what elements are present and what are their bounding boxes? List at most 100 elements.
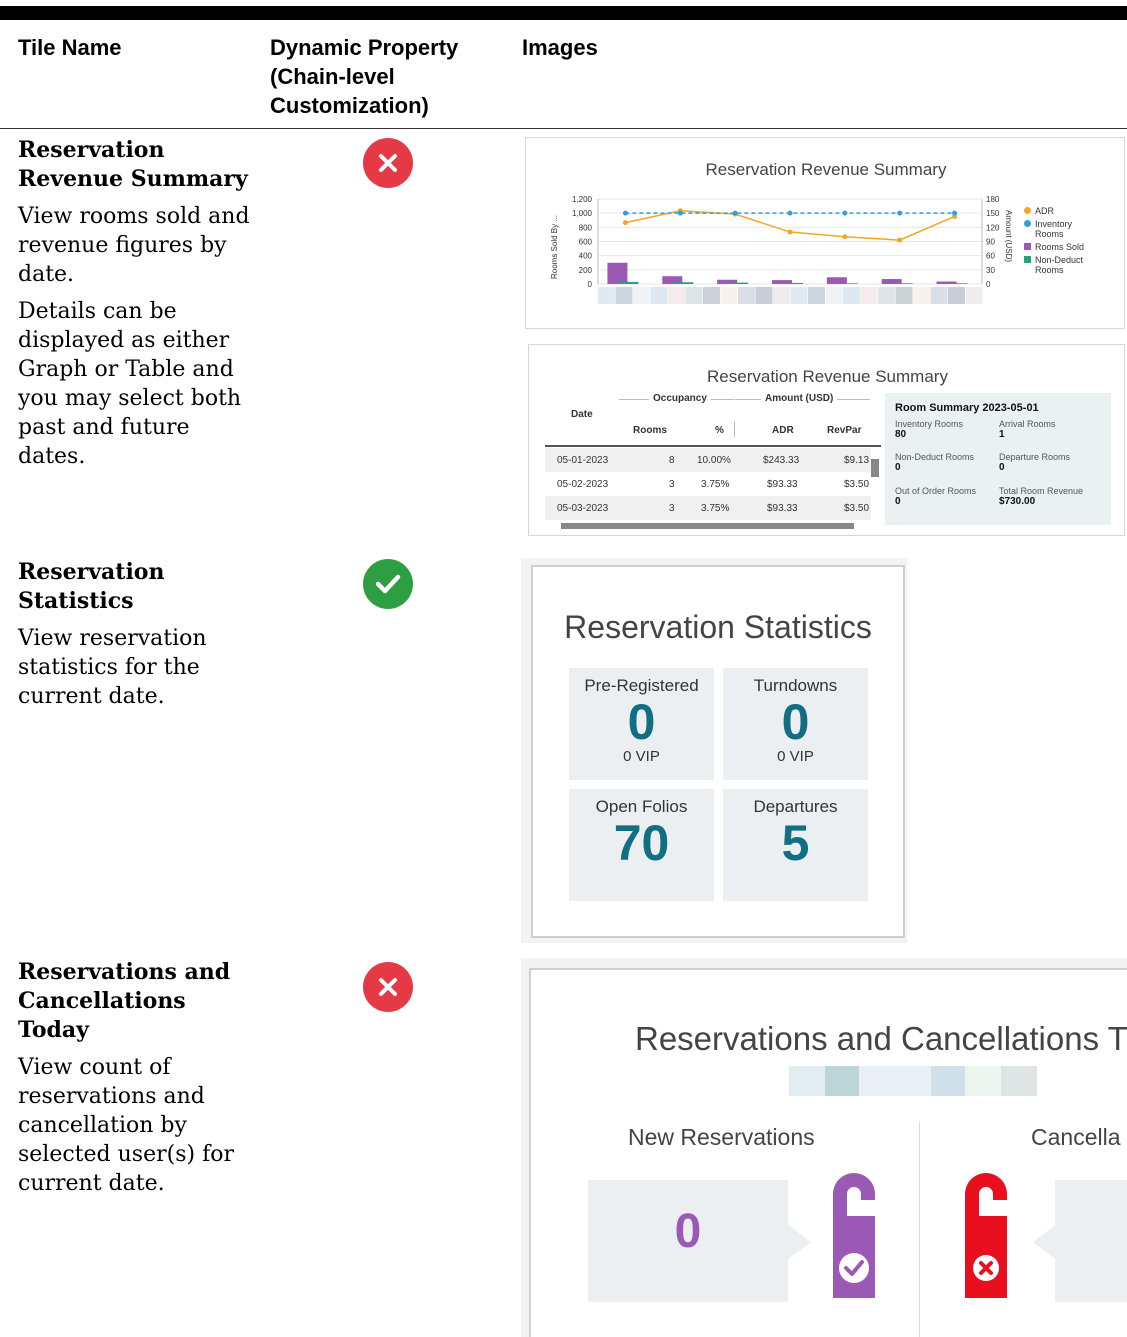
rc-title: Reservations and Cancellations T <box>635 1020 1127 1057</box>
vertical-scrollbar[interactable] <box>871 459 879 477</box>
horizontal-scrollbar[interactable] <box>561 523 854 529</box>
y2-tick-label: 0 <box>986 280 991 289</box>
header-images: Images <box>522 35 598 60</box>
table-row[interactable]: 05-03-2023 3 3.75% $93.33 $3.50 <box>545 496 871 520</box>
y2-tick-label: 30 <box>986 266 995 275</box>
cancellations-card[interactable] <box>1055 1180 1127 1302</box>
bar <box>837 283 858 284</box>
x-circle-icon <box>363 138 413 188</box>
rc-tile: Reservations and Cancellations T New Res… <box>529 968 1127 1337</box>
data-point <box>897 237 903 243</box>
column-header[interactable]: RevPar <box>827 425 861 436</box>
bar <box>783 282 803 284</box>
tile-row-reservations-cancellations: Reservations and Cancellations Today Vie… <box>18 958 258 1206</box>
header-dynamic-property: Dynamic Property (Chain-level Customizat… <box>270 35 459 118</box>
stat-card-departures[interactable]: Departures 5 <box>723 789 868 901</box>
bar <box>947 283 968 284</box>
bar <box>892 283 913 284</box>
summary-title: Room Summary 2023-05-01 <box>895 402 1039 414</box>
data-point <box>842 234 848 240</box>
tile-row-revenue-summary: Reservation Revenue Summary View rooms s… <box>18 136 258 479</box>
table-row[interactable]: 05-02-2023 3 3.75% $93.33 $3.50 <box>545 472 871 496</box>
column-divider <box>919 1122 920 1337</box>
x-tick-label <box>843 287 860 304</box>
column-header[interactable]: % <box>715 425 724 436</box>
stats-tile-frame: Reservation Statistics Pre-Registered 0 … <box>521 558 907 943</box>
data-point <box>787 229 793 235</box>
data-point <box>622 210 628 216</box>
legend-item: Rooms Sold <box>1024 242 1124 252</box>
door-hanger-cancel-icon <box>965 1173 1007 1298</box>
x-tick-label <box>948 287 965 304</box>
y-tick-label: 400 <box>579 252 593 261</box>
header-tile-name: Tile Name <box>18 35 122 60</box>
x-tick-label <box>878 287 895 304</box>
y-tick-label: 600 <box>579 238 593 247</box>
revenue-table-tile: Reservation Revenue Summary Occupancy Am… <box>528 344 1125 536</box>
x-tick-label <box>773 287 790 304</box>
new-reservations-value: 0 <box>674 1205 702 1258</box>
y2-tick-label: 90 <box>986 238 995 247</box>
x-tick-label <box>668 287 685 304</box>
column-group-amount: Amount (USD) <box>761 393 838 404</box>
x-tick-label <box>808 287 825 304</box>
column-header[interactable]: Date <box>571 409 593 420</box>
y2-axis-label: Amount (USD) <box>1004 210 1013 262</box>
x-tick-label <box>703 287 720 304</box>
x-tick-label <box>755 287 773 304</box>
stats-tile: Reservation Statistics Pre-Registered 0 … <box>531 565 905 938</box>
x-tick-label <box>913 287 930 304</box>
x-circle-icon <box>363 962 413 1012</box>
callout-arrow <box>787 1224 811 1260</box>
header-divider <box>0 128 1127 129</box>
y2-tick-label: 60 <box>986 252 995 261</box>
column-header[interactable]: ADR <box>772 425 794 436</box>
cancellations-label: Cancella <box>1031 1124 1121 1150</box>
stat-card-turndowns[interactable]: Turndowns 0 0 VIP <box>723 668 868 780</box>
y-tick-label: 1,000 <box>572 209 593 218</box>
bar <box>728 282 749 284</box>
data-point <box>897 210 903 216</box>
x-tick-label <box>615 287 633 304</box>
user-filter-chips[interactable] <box>789 1066 1039 1100</box>
data-point <box>842 210 848 216</box>
revenue-graph-tile: Reservation Revenue Summary 1,200 1,000 80… <box>525 137 1125 329</box>
stat-card-pre-registered[interactable]: Pre-Registered 0 0 VIP <box>569 668 714 780</box>
table-row[interactable]: 05-01-2023 8 10.00% $243.33 $9.13 <box>545 448 871 472</box>
stat-card-open-folios[interactable]: Open Folios 70 <box>569 789 714 901</box>
bar <box>673 282 694 284</box>
tile-description: View count of reservations and cancellat… <box>18 1055 234 1196</box>
data-point <box>622 220 628 226</box>
new-reservations-card[interactable]: 0 <box>588 1180 788 1302</box>
data-point <box>952 210 958 216</box>
revenue-table: Occupancy Amount (USD) Date Rooms % ADR … <box>545 393 885 535</box>
tile-row-statistics: Reservation Statistics View reservation … <box>18 558 258 719</box>
x-tick-label <box>738 287 755 304</box>
bar <box>881 279 902 284</box>
legend-item: ADR <box>1024 206 1124 216</box>
door-hanger-check-icon <box>833 1173 875 1298</box>
stats-title: Reservation Statistics <box>564 609 872 645</box>
bar <box>618 281 639 284</box>
new-reservations-label: New Reservations <box>628 1124 815 1150</box>
tile-description: View rooms sold and revenue figures by d… <box>18 204 250 287</box>
y2-tick-label: 180 <box>986 195 1000 204</box>
data-point <box>677 210 683 216</box>
column-header[interactable]: Rooms <box>633 425 667 436</box>
legend-item: Non-Deduct Rooms <box>1024 255 1124 275</box>
tile-description: View reservation statistics for the curr… <box>18 626 207 709</box>
tile-title: Reservation Statistics <box>18 559 165 614</box>
tile-title: Reservation Revenue Summary <box>18 137 248 192</box>
x-tick-label <box>685 287 703 304</box>
tile-title: Reservations and Cancellations Today <box>18 959 231 1043</box>
table-top-border <box>0 6 1127 20</box>
legend-item: Inventory Rooms <box>1024 219 1124 239</box>
data-point <box>787 210 793 216</box>
x-tick-label <box>790 287 808 304</box>
y-tick-label: 1,200 <box>572 195 593 204</box>
y-tick-label: 200 <box>579 266 593 275</box>
y-tick-label: 800 <box>579 223 593 232</box>
y2-tick-label: 120 <box>986 223 1000 232</box>
bar <box>607 262 628 284</box>
x-tick-label <box>598 287 615 304</box>
